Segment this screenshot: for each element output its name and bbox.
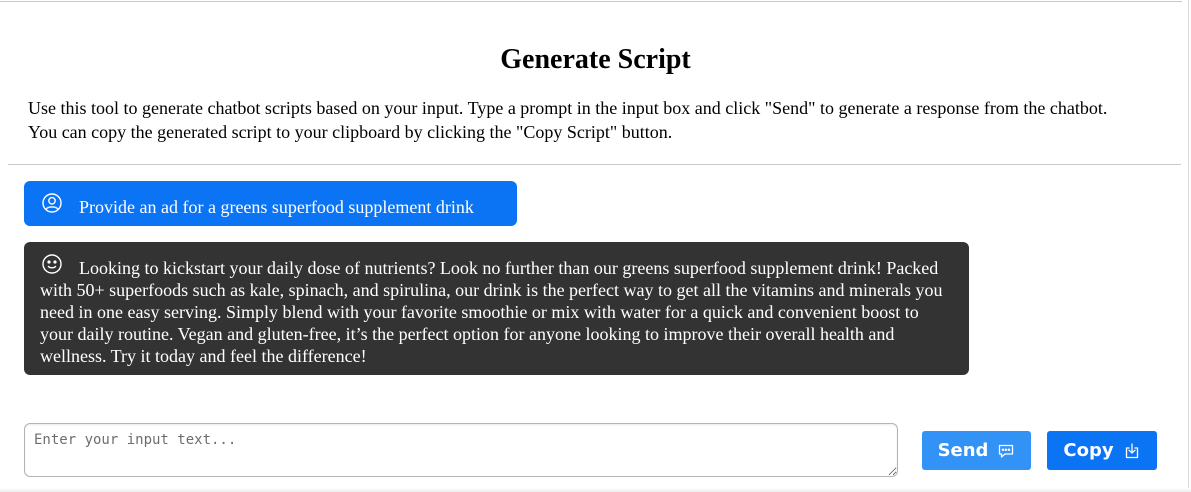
user-circle-icon: [41, 192, 63, 214]
top-divider: [0, 1, 1182, 2]
page-description: Use this tool to generate chatbot script…: [28, 98, 1108, 142]
send-button[interactable]: Send: [922, 431, 1031, 470]
prompt-input[interactable]: [24, 423, 898, 477]
section-divider: [8, 164, 1181, 165]
copy-button[interactable]: Copy: [1047, 431, 1157, 470]
send-button-label: Send: [937, 440, 989, 461]
user-message-text: Provide an ad for a greens superfood sup…: [79, 197, 474, 217]
page: Generate Script Use this tool to generat…: [0, 0, 1191, 492]
copy-button-label: Copy: [1063, 440, 1114, 461]
bot-message-text: Looking to kickstart your daily dose of …: [40, 258, 943, 366]
bot-message: Looking to kickstart your daily dose of …: [24, 242, 969, 375]
page-title: Generate Script: [500, 44, 691, 75]
user-message: Provide an ad for a greens superfood sup…: [24, 181, 517, 226]
download-icon: [1123, 442, 1141, 460]
smiley-face-icon: [41, 253, 63, 275]
chat-bubble-icon: [997, 442, 1015, 460]
bottom-edge: [0, 488, 1191, 492]
